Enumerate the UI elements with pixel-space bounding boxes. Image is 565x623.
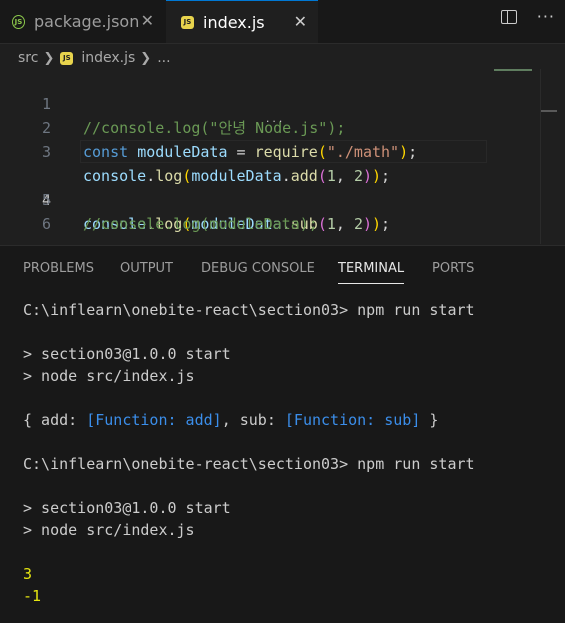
terminal-output[interactable]: C:\inflearn\onebite-react\section03> npm…: [23, 299, 475, 607]
editor-actions: ···: [500, 9, 555, 25]
tab-problems[interactable]: PROBLEMS: [23, 261, 94, 283]
bracket: ): [362, 215, 372, 233]
object-text: , sub:: [221, 411, 285, 429]
function-value: [Function: sub]: [284, 411, 421, 429]
close-icon[interactable]: ✕: [294, 12, 307, 31]
comma: ,: [335, 215, 354, 233]
semicolon: ;: [381, 215, 391, 233]
code-line: 6: [0, 188, 540, 233]
code-line: 5 //console.log(moduleData);: [0, 164, 540, 233]
function-value: [Function: add]: [86, 411, 222, 429]
terminal-output-line: > node src/index.js: [23, 521, 195, 539]
breadcrumb-more[interactable]: ...: [157, 50, 170, 66]
panel-tab-bar: PROBLEMS OUTPUT DEBUG CONSOLE TERMINAL P…: [0, 246, 565, 292]
bracket: ): [372, 215, 382, 233]
terminal-output-line: > node src/index.js: [23, 367, 195, 385]
chevron-right-icon: ❯: [140, 50, 152, 66]
tab-package-json[interactable]: JS package.json ✕: [0, 0, 165, 43]
tab-terminal[interactable]: TERMINAL: [338, 261, 405, 284]
terminal-result-line: -1: [23, 587, 42, 605]
comment: //console.log(moduleData);: [83, 215, 318, 233]
chevron-right-icon: ❯: [43, 50, 55, 66]
terminal-result-line: 3: [23, 565, 33, 583]
terminal-prompt-line: C:\inflearn\onebite-react\section03> npm…: [23, 301, 475, 319]
object-text: }: [420, 411, 439, 429]
bracket: (: [317, 215, 327, 233]
bottom-panel: PROBLEMS OUTPUT DEBUG CONSOLE TERMINAL P…: [0, 245, 565, 623]
terminal-output-line: { add: [Function: add], sub: [Function: …: [23, 409, 475, 431]
breadcrumb-file[interactable]: index.js: [81, 50, 135, 66]
number: 1: [326, 215, 336, 233]
editor-scrollbar[interactable]: [540, 69, 541, 244]
tab-index-js[interactable]: JS index.js ✕: [166, 0, 318, 43]
scrollbar-thumb[interactable]: [541, 110, 557, 112]
code-line: 2 const moduleData = require("./math"); …: [0, 92, 540, 161]
minimap-line: [494, 69, 532, 71]
code-line-current: 4 console.log(moduleData.sub(1, 2));: [0, 140, 540, 233]
breadcrumb: src ❯ JS index.js ❯ ...: [18, 47, 171, 69]
current-line-highlight: [80, 140, 487, 163]
close-icon[interactable]: ✕: [141, 11, 154, 30]
minimap[interactable]: [494, 69, 540, 79]
breadcrumb-folder[interactable]: src: [18, 50, 38, 66]
tab-label: package.json: [34, 12, 140, 31]
number: 2: [353, 215, 363, 233]
js-file-icon: JS: [60, 51, 74, 65]
tab-ports[interactable]: PORTS: [432, 261, 474, 283]
code-line: 3 console.log(moduleData.add(1, 2));: [0, 116, 540, 185]
js-file-icon: JS: [181, 15, 194, 29]
object-text: { add:: [23, 411, 87, 429]
code-editor[interactable]: 1 //console.log("안녕 Node.js"); 2 const m…: [0, 68, 540, 233]
code-line: 1 //console.log("안녕 Node.js");: [0, 68, 540, 137]
editor-tab-bar: JS package.json ✕ JS index.js ✕ ···: [0, 0, 565, 44]
terminal-output-line: > section03@1.0.0 start: [23, 345, 231, 363]
terminal-prompt-line: C:\inflearn\onebite-react\section03> npm…: [23, 455, 475, 473]
line-content: //console.log(moduleData);: [83, 212, 318, 236]
line-number: 6: [41, 215, 51, 233]
tab-label: index.js: [203, 12, 265, 32]
tab-debug-console[interactable]: DEBUG CONSOLE: [201, 261, 315, 283]
tab-output[interactable]: OUTPUT: [120, 261, 173, 283]
split-editor-icon[interactable]: [500, 10, 517, 24]
more-actions-icon[interactable]: ···: [537, 9, 555, 25]
nodejs-icon: JS: [12, 14, 25, 29]
terminal-output-line: > section03@1.0.0 start: [23, 499, 231, 517]
